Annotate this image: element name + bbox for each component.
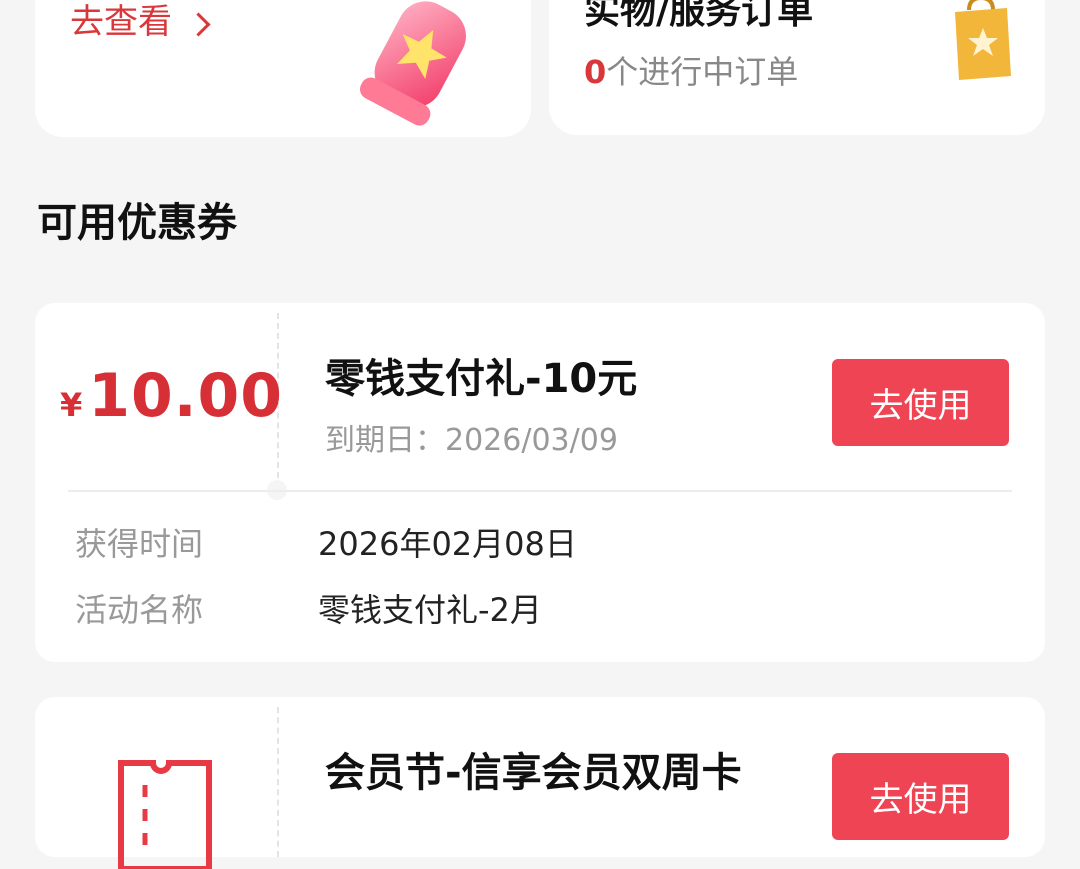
coupon-name: 零钱支付礼-10元 [325,356,638,402]
shopping-bag-icon [955,0,1011,80]
ticket-icon [118,760,212,869]
use-coupon-button[interactable]: 去使用 [832,359,1009,446]
coupon-price: ¥ 10.00 [60,361,283,431]
orders-subtitle: 0个进行中订单 [584,52,798,92]
chevron-right-icon [186,11,211,37]
coupon-card: 会员节-信享会员双周卡 去使用 [35,697,1045,869]
orders-title: 实物/服务订单 [584,0,814,32]
orders-suffix: 个进行中订单 [606,53,799,91]
view-label: 去查看 [70,2,172,42]
coupon-divider [68,490,1012,492]
info-label: 获得时间 [75,525,204,563]
coupon-name: 会员节-信享会员双周卡 [325,750,742,796]
coupon-expiry: 到期日：2026/03/09 [325,423,618,458]
info-row-activity: 活动名称 零钱支付礼-2月 [75,590,542,630]
info-value: 2026年02月08日 [318,525,577,563]
coupon-amount: 10.00 [88,361,284,431]
coupon-card: ¥ 10.00 零钱支付礼-10元 到期日：2026/03/09 去使用 获得时… [35,303,1045,662]
currency-symbol: ¥ [60,386,83,424]
info-row-obtained: 获得时间 2026年02月08日 [75,524,577,564]
info-value: 零钱支付礼-2月 [318,591,542,629]
coupon-divider-vertical [277,707,279,857]
view-card[interactable]: 去查看 [35,0,531,137]
section-title: 可用优惠券 [37,200,237,246]
orders-card[interactable]: 实物/服务订单 0个进行中订单 [549,0,1045,135]
orders-count: 0 [584,53,607,91]
lucky-bottle-icon [359,1,466,126]
view-link[interactable]: 去查看 [70,2,211,42]
use-coupon-button[interactable]: 去使用 [832,753,1009,840]
info-label: 活动名称 [75,591,204,629]
